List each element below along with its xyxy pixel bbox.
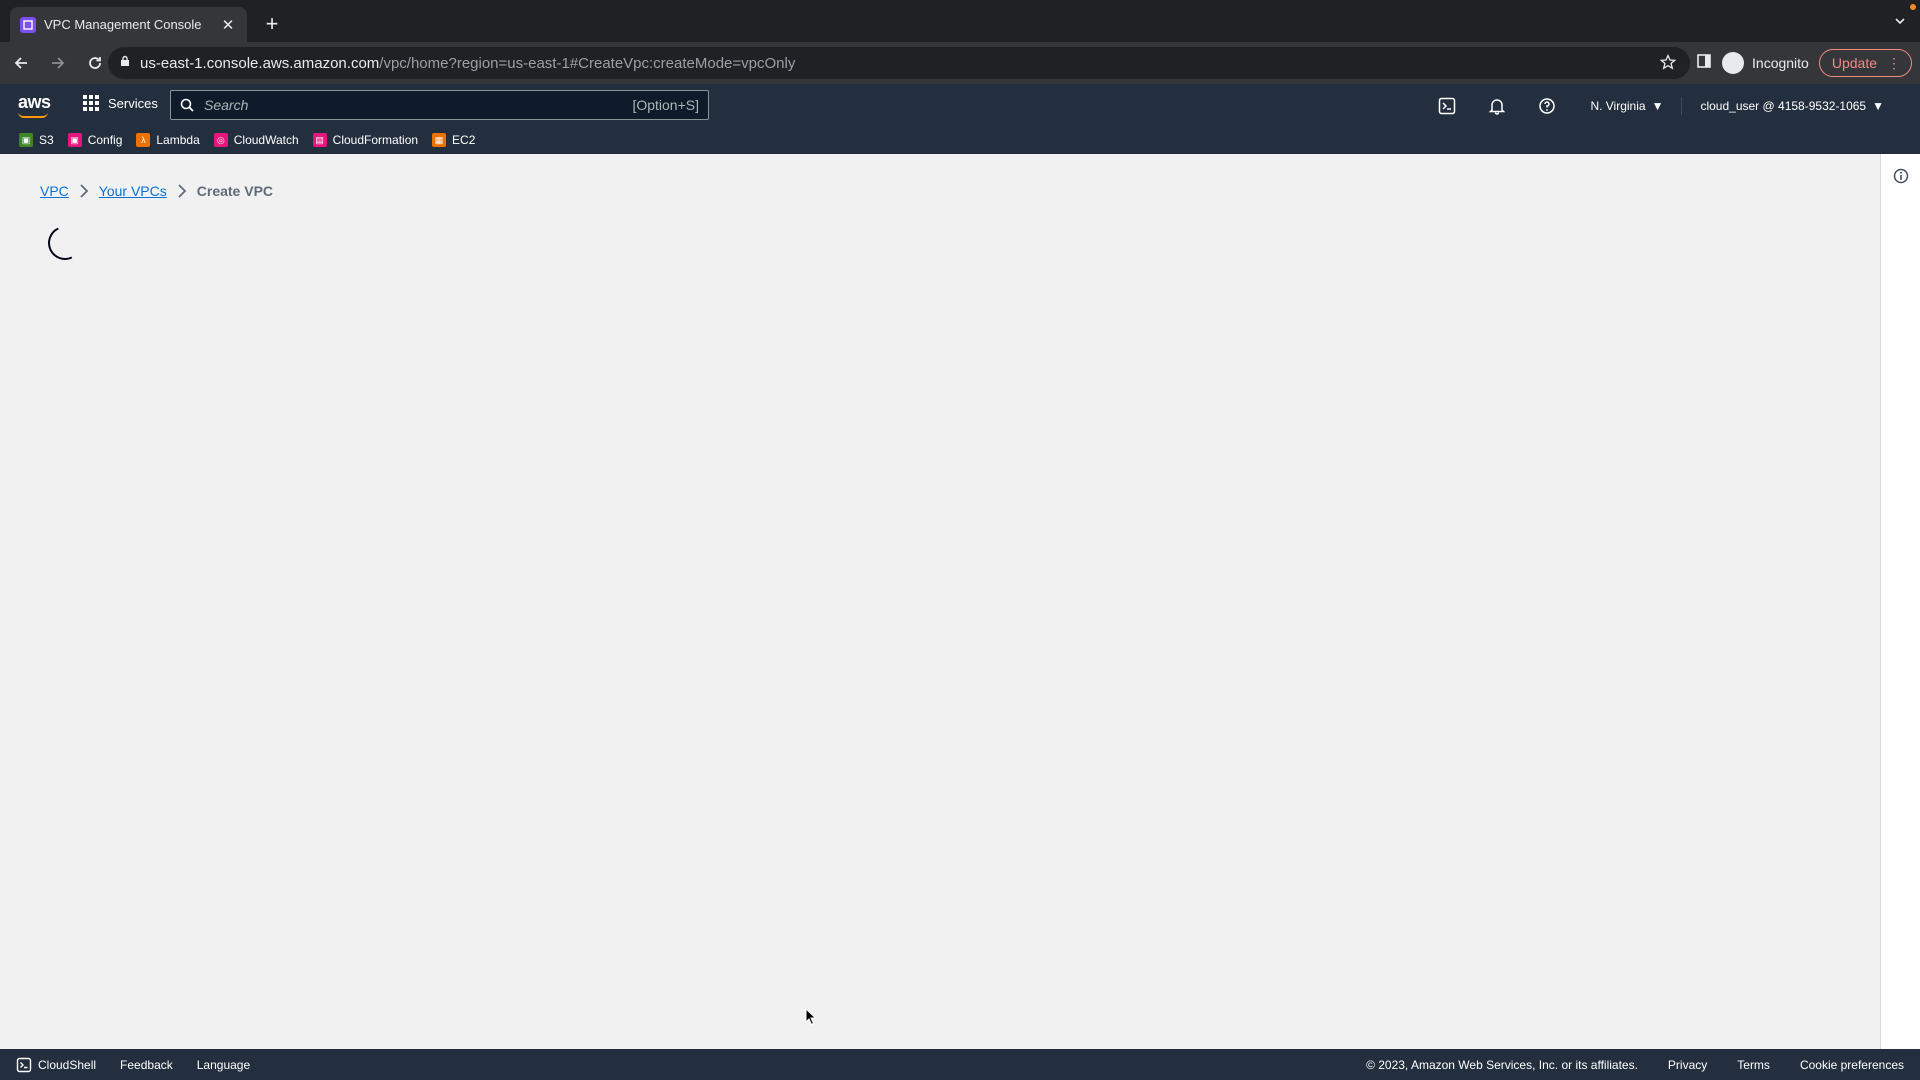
forward-icon[interactable] [42,47,74,79]
favorite-label: S3 [39,133,54,147]
favorite-label: Config [87,133,123,147]
breadcrumb-vpc-link[interactable]: VPC [40,183,69,199]
favorite-label: EC2 [452,133,476,147]
url-text: us-east-1.console.aws.amazon.com/vpc/hom… [140,55,795,72]
footer-left: CloudShell Feedback Language [0,1057,250,1073]
favorite-ec2[interactable]: ▦ EC2 [432,133,475,147]
notification-dot-icon [1910,4,1916,10]
lambda-icon: λ [136,133,151,147]
bookmark-star-icon[interactable] [1659,53,1677,75]
favorite-config[interactable]: ▣ Config [67,133,123,147]
back-icon[interactable] [5,47,37,79]
help-icon[interactable] [1522,97,1572,115]
footer-right: © 2023, Amazon Web Services, Inc. or its… [1366,1058,1920,1072]
cloudshell-label: CloudShell [38,1057,97,1072]
cloudshell-icon[interactable] [1422,97,1472,115]
address-bar[interactable]: us-east-1.console.aws.amazon.com/vpc/hom… [108,47,1690,79]
incognito-indicator[interactable]: Incognito [1722,52,1809,74]
lock-icon [120,54,130,72]
vpc-favicon-icon [20,16,36,33]
search-placeholder: Search [204,97,249,113]
footer-cookie-preferences-link[interactable]: Cookie preferences [1800,1058,1904,1072]
footer-privacy-link[interactable]: Privacy [1668,1058,1707,1072]
update-label: Update [1831,55,1877,71]
favorites-bar: ▣ S3 ▣ Config λ Lambda ◎ CloudWatch ▤ Cl… [0,129,475,151]
search-input[interactable]: Search [Option+S] [170,90,709,120]
caret-down-icon: ▼ [1872,99,1884,113]
ec2-icon: ▦ [432,133,447,147]
account-label: cloud_user @ 4158-9532-1065 [1700,99,1867,113]
footer-language-link[interactable]: Language [197,1058,250,1072]
tab-search-chevron-icon[interactable] [1894,14,1906,32]
info-icon[interactable] [1893,168,1909,189]
favorite-label: CloudWatch [233,133,299,147]
incognito-icon [1722,52,1745,74]
mouse-cursor-icon [805,1007,817,1031]
browser-toolbar: us-east-1.console.aws.amazon.com/vpc/hom… [0,42,1920,84]
favorite-cloudwatch[interactable]: ◎ CloudWatch [213,133,299,147]
loading-spinner-icon [43,221,87,265]
aws-logo-smile-icon [18,112,48,118]
config-icon: ▣ [67,133,82,147]
region-selector[interactable]: N. Virginia ▼ [1572,99,1681,113]
breadcrumb-your-vpcs-link[interactable]: Your VPCs [99,183,167,199]
aws-top-nav: aws Services Search [Option+S] N. Virgin… [0,84,1920,154]
services-menu-button[interactable]: Services [82,94,158,112]
tools-panel [1880,154,1920,1049]
breadcrumb: VPC Your VPCs Create VPC [40,183,273,199]
search-icon [180,98,194,112]
chevron-right-icon [79,184,89,198]
footer-terms-link[interactable]: Terms [1737,1058,1770,1072]
main-content: VPC Your VPCs Create VPC [0,154,1880,1049]
s3-icon: ▣ [19,133,33,147]
tab-close-icon[interactable]: ✕ [219,16,237,34]
chevron-right-icon [177,184,187,198]
services-label: Services [108,95,158,111]
new-tab-icon[interactable]: + [260,12,284,36]
notifications-bell-icon[interactable] [1472,97,1522,115]
cloudshell-icon [16,1057,32,1072]
grid-icon [83,95,99,111]
breadcrumb-current: Create VPC [196,183,274,199]
browser-tabstrip: VPC Management Console ✕ + [0,0,1920,42]
search-shortcut: [Option+S] [632,97,699,113]
footer-feedback-link[interactable]: Feedback [120,1058,173,1072]
favorite-cloudformation[interactable]: ▤ CloudFormation [312,133,419,147]
cloudformation-icon: ▤ [312,133,327,147]
browser-tab[interactable]: VPC Management Console ✕ [10,7,247,42]
url-host: us-east-1.console.aws.amazon.com [140,54,380,72]
reload-icon[interactable] [79,47,111,79]
tab-title: VPC Management Console [44,17,202,32]
url-path: /vpc/home?region=us-east-1#CreateVpc:cre… [379,54,796,72]
favorite-s3[interactable]: ▣ S3 [19,133,54,147]
footer-cloudshell-link[interactable]: CloudShell [16,1057,96,1073]
cloudwatch-icon: ◎ [213,133,228,147]
favorite-label: CloudFormation [332,133,419,147]
update-button[interactable]: Update ⋮ [1818,49,1912,77]
aws-logo[interactable]: aws [18,92,51,113]
account-menu[interactable]: cloud_user @ 4158-9532-1065 ▼ [1682,99,1902,113]
toolbar-right: Incognito Update ⋮ [1696,47,1912,79]
region-label: N. Virginia [1590,99,1646,113]
menu-kebab-icon: ⋮ [1887,54,1901,71]
favorite-lambda[interactable]: λ Lambda [136,133,200,147]
caret-down-icon: ▼ [1651,99,1664,113]
side-panel-icon[interactable] [1696,53,1712,74]
nav-right-group: N. Virginia ▼ cloud_user @ 4158-9532-106… [1422,94,1902,118]
footer-copyright: © 2023, Amazon Web Services, Inc. or its… [1366,1057,1638,1072]
incognito-label: Incognito [1752,55,1809,71]
favorite-label: Lambda [156,133,200,147]
console-footer: CloudShell Feedback Language © 2023, Ama… [0,1049,1920,1080]
